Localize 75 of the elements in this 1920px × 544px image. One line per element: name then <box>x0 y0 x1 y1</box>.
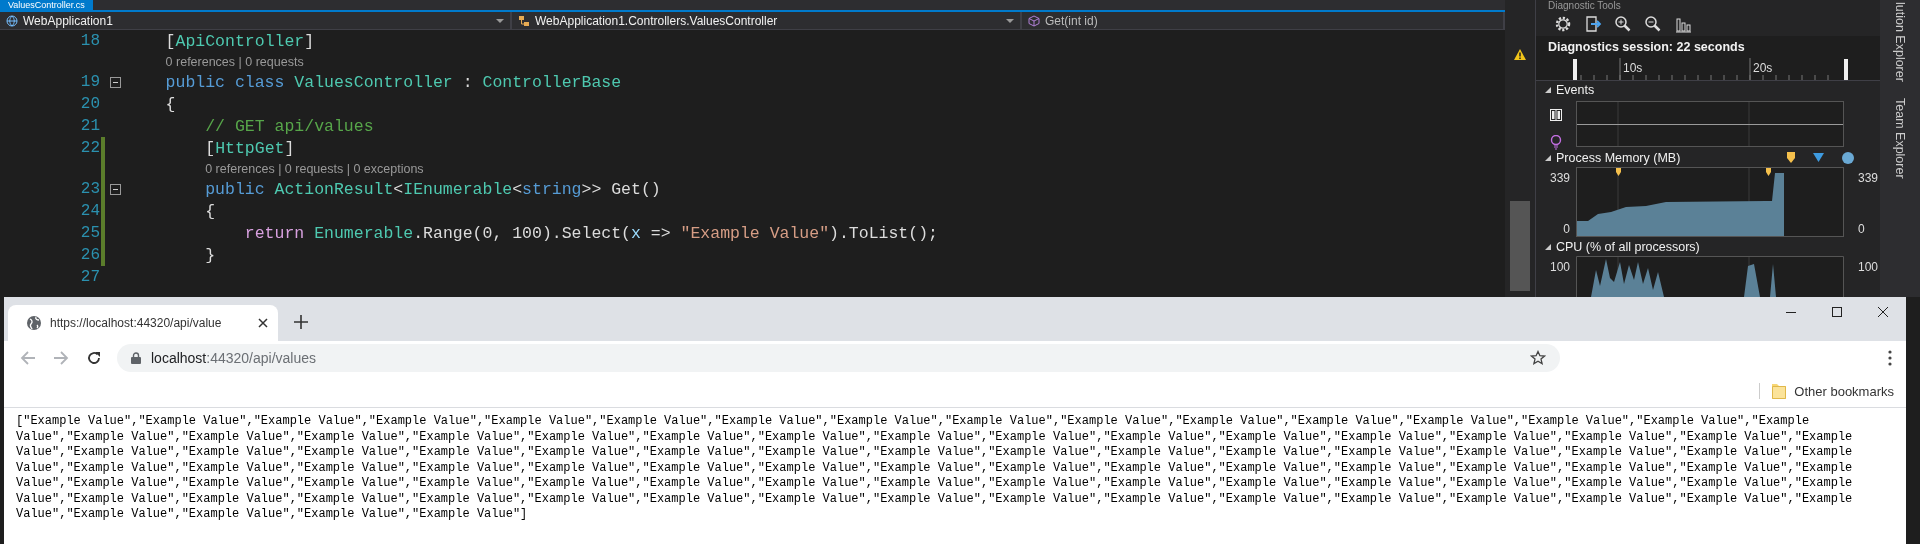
code-line: } <box>204 245 216 265</box>
side-tab[interactable]: lution Explorer <box>1884 0 1910 84</box>
export-icon[interactable] <box>1584 14 1602 33</box>
code-line: // GET api/values <box>204 116 374 136</box>
code-line: [HttpGet] <box>204 138 295 158</box>
bookmark-folder[interactable]: Other bookmarks <box>1759 383 1894 399</box>
code-lens[interactable]: 0 references | 0 requests | 0 exceptions <box>205 161 424 176</box>
settings-icon[interactable] <box>1554 14 1572 33</box>
close-icon[interactable] <box>258 318 268 328</box>
code-line: { <box>164 94 176 114</box>
panel-title: Diagnostic Tools <box>1547 0 1622 12</box>
globe-icon <box>6 14 18 27</box>
caret-icon <box>496 18 504 23</box>
triangle-icon <box>1813 153 1824 163</box>
document-tab[interactable]: ValuesController.cs <box>0 0 93 10</box>
line-number: 25 <box>79 224 100 242</box>
code-line: { <box>204 201 216 221</box>
line-number: 27 <box>79 268 100 286</box>
line-number: 21 <box>79 117 100 135</box>
axis-label: 339 <box>1549 170 1570 185</box>
hierarchy-icon <box>518 14 530 27</box>
code-line: public class ValuesController : ControllerBase <box>164 72 622 92</box>
expander-icon[interactable] <box>1544 85 1552 94</box>
circle-icon <box>1842 151 1854 164</box>
reload-icon[interactable] <box>86 350 102 366</box>
browser-tab[interactable]: https://localhost:44320/api/value <box>8 305 278 341</box>
code-line: public ActionResult<IEnumerable<string>> Get() <box>204 179 661 199</box>
line-number: 23 <box>79 180 100 198</box>
expander-icon[interactable] <box>1544 243 1552 252</box>
line-number: 18 <box>79 32 100 50</box>
section-title: Process Memory (MB) <box>1556 150 1681 165</box>
zoom-in-icon[interactable] <box>1614 14 1632 33</box>
axis-label: 100 <box>1858 260 1879 274</box>
session-duration: Diagnostics session: 22 seconds <box>1536 35 1880 58</box>
lock-icon <box>131 352 141 364</box>
collapse-icon[interactable] <box>110 183 121 195</box>
axis-label: 100 <box>1549 260 1570 274</box>
line-number: 24 <box>79 202 100 220</box>
tick-label: 10s <box>1623 60 1643 75</box>
code-line: return Enumerable.Range(0, 100).Select(x => "Example Value").ToList(); <box>243 223 938 243</box>
timeline-ruler[interactable] <box>1536 57 1880 80</box>
address-bar[interactable]: localhost:44320/api/values <box>117 344 1560 372</box>
warning-icon <box>1513 48 1527 61</box>
response-text: ["Example Value","Example Value","Example Value","Example Value","Example Value","Example Value","Example Value","Example Value","Example Value","Example Value","Example Value","Example Value","Example Value","Example Value","Example Value","Example Value","Example Value","Example Value","Example Value","Example Value","Example Value","Example Value","Example Value","Example Value","Example Value","Example Value","Example Value","Example Value","Example Value","Example Value","Example Value","Example Value","Example Value","Example Value","Example Value","Example Value","Example Value","Example Value","Example Value","Example Value","Example Value","Example Value","Example Value","Example Value","Example Value","Example Value","Example Value","Example Value","Example Value","Example Value","Example Value","Example Value","Example Value","Example Value","Example Value","Example Value","Example Value","Example Value","Example Value","Example Value","Example Value","Example Value","Example Value","Example Value","Example Value","Example Value","Example Value","Example Value","Example Value","Example Value","Example Value","Example Value","Example Value","Example Value","Example Value","Example Value","Example Value","Example Value","Example Value","Example Value","Example Value","Example Value","Example Value","Example Value","Example Value","Example Value","Example Value","Example Value","Example Value","Example Value","Example Value","Example Value","Example Value","Example Value","Example Value","Example Value","Example Value","Example Value","Example Value","Example Value"] <box>15 413 1854 523</box>
line-number: 19 <box>79 73 100 91</box>
menu-icon[interactable] <box>1888 350 1892 366</box>
navigation-dropdown[interactable]: WebApplication1.Controllers.ValuesController <box>512 12 1022 29</box>
line-number: 20 <box>79 95 100 113</box>
lightbulb-icon <box>1550 134 1562 150</box>
columns-icon <box>1550 108 1562 121</box>
line-number: 26 <box>79 246 100 264</box>
axis-label: 0 <box>1563 222 1570 237</box>
section-title: Events <box>1556 82 1595 97</box>
zoom-out-icon[interactable] <box>1644 14 1662 33</box>
globe-icon <box>26 315 42 331</box>
collapse-icon[interactable] <box>110 76 121 88</box>
code-line: [ApiController] <box>164 31 315 51</box>
expander-icon[interactable] <box>1544 153 1552 162</box>
marker-icon <box>1787 152 1795 164</box>
side-tab[interactable]: Team Explorer <box>1884 95 1910 181</box>
scrollbar-thumb[interactable] <box>1510 201 1530 291</box>
star-icon[interactable] <box>1530 350 1546 366</box>
axis-label: 0 <box>1858 222 1865 237</box>
cube-icon <box>1028 14 1040 27</box>
navigation-dropdown[interactable]: WebApplication1 <box>0 12 512 29</box>
close-icon[interactable] <box>1878 307 1888 317</box>
code-lens[interactable]: 0 references | 0 requests <box>165 54 304 69</box>
maximize-icon[interactable] <box>1832 307 1842 317</box>
caret-icon <box>1006 18 1014 23</box>
new-tab-icon[interactable] <box>294 315 308 329</box>
line-number: 22 <box>79 139 100 157</box>
axis-label: 339 <box>1858 170 1879 185</box>
tick-label: 20s <box>1753 60 1773 75</box>
section-title: CPU (% of all processors) <box>1556 240 1700 255</box>
folder-icon <box>1772 383 1787 399</box>
